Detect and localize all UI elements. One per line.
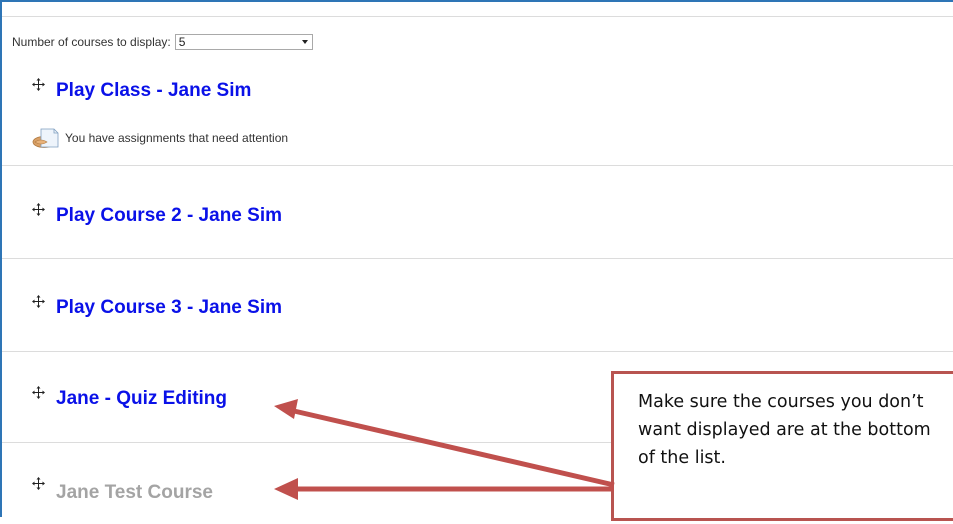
course-overview-block: Number of courses to display: 5 Play Cla… (0, 0, 953, 521)
arrowhead-test-course (274, 478, 298, 500)
annotation-arrows (274, 399, 615, 500)
arrowhead-quiz-editing (274, 399, 298, 419)
arrow-to-quiz-editing (293, 408, 615, 488)
